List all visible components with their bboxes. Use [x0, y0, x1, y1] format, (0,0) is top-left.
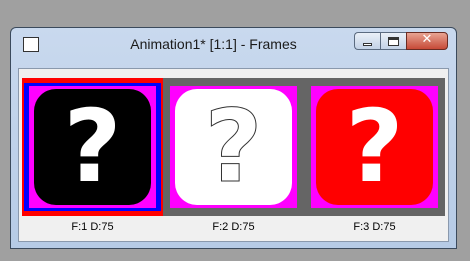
frame-3[interactable]: ?: [304, 78, 445, 216]
frame-2-icon: ?: [175, 89, 292, 205]
close-button[interactable]: ✕: [406, 32, 448, 50]
window-controls: ✕: [354, 32, 448, 50]
frame-1-icon: ?: [34, 89, 151, 205]
maximize-button[interactable]: [380, 32, 406, 50]
frame-1-canvas: ?: [29, 86, 156, 208]
frame-1-label: F:1 D:75: [71, 221, 114, 233]
frame-1[interactable]: ?: [22, 78, 163, 216]
maximize-icon: [388, 37, 399, 46]
title-bar[interactable]: Animation1* [1:1] - Frames ✕: [11, 28, 456, 62]
question-mark-icon: ?: [63, 88, 122, 205]
frame-2-canvas: ?: [170, 86, 297, 208]
question-mark-icon: ?: [345, 88, 404, 205]
frame-3-label: F:3 D:75: [353, 221, 396, 233]
close-icon: ✕: [421, 32, 433, 47]
minimize-button[interactable]: [354, 32, 380, 50]
minimize-icon: [363, 43, 372, 46]
frame-2-selection-border: ?: [165, 83, 302, 211]
frame-3-icon: ?: [316, 89, 433, 205]
frame-3-selection-border: ?: [306, 83, 443, 211]
frame-2-label: F:2 D:75: [212, 221, 255, 233]
frame-3-canvas: ?: [311, 86, 438, 208]
frames-window: Animation1* [1:1] - Frames ✕ ? ? ? F:1 D…: [10, 27, 457, 249]
frame-1-selection-border: ?: [24, 83, 161, 211]
frame-2[interactable]: ?: [163, 78, 304, 216]
panel-top-strip: [19, 69, 448, 78]
question-mark-icon: ?: [204, 88, 263, 205]
frames-panel: ? ? ? F:1 D:75 F:2 D:75 F:3 D:75: [18, 68, 449, 242]
